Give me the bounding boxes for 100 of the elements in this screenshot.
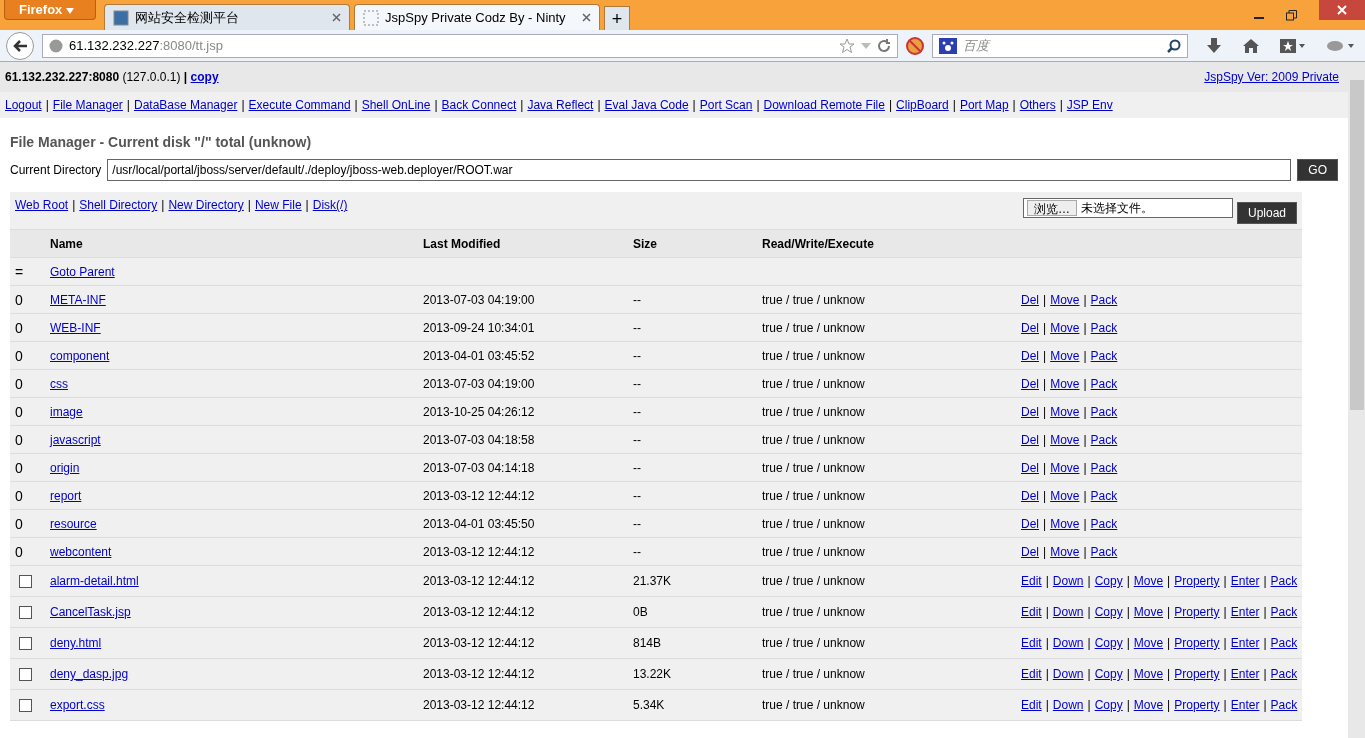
action-link[interactable]: Pack bbox=[1090, 292, 1118, 307]
nav-link[interactable]: Logout bbox=[5, 98, 42, 112]
folder-link[interactable]: image bbox=[50, 404, 83, 419]
file-link[interactable]: CancelTask.jsp bbox=[50, 605, 131, 619]
blocked-icon[interactable] bbox=[906, 36, 924, 55]
action-link[interactable]: Pack bbox=[1090, 460, 1118, 475]
action-link[interactable]: Pack bbox=[1090, 348, 1118, 363]
browse-button[interactable]: 浏览… bbox=[1026, 200, 1077, 216]
action-link[interactable]: Del bbox=[1021, 404, 1039, 419]
bookmarks-icon[interactable] bbox=[1280, 37, 1306, 54]
action-link[interactable]: Pack bbox=[1270, 667, 1298, 681]
action-link[interactable]: Edit bbox=[1021, 667, 1042, 681]
action-link[interactable]: Property bbox=[1174, 667, 1220, 681]
action-link[interactable]: Del bbox=[1021, 320, 1039, 335]
file-link[interactable]: alarm-detail.html bbox=[50, 574, 139, 588]
row-checkbox[interactable] bbox=[19, 636, 32, 650]
nav-link[interactable]: File Manager bbox=[52, 98, 123, 112]
action-link[interactable]: Enter bbox=[1230, 605, 1260, 619]
nav-link[interactable]: Disk(/) bbox=[312, 198, 348, 212]
action-link[interactable]: Move bbox=[1050, 544, 1080, 559]
action-link[interactable]: Move bbox=[1133, 574, 1164, 588]
action-link[interactable]: Pack bbox=[1270, 698, 1298, 712]
action-link[interactable]: Enter bbox=[1230, 667, 1260, 681]
nav-link[interactable]: Web Root bbox=[15, 198, 69, 212]
go-button[interactable]: GO bbox=[1297, 159, 1338, 181]
nav-link[interactable]: JSP Env bbox=[1066, 98, 1113, 112]
file-picker[interactable]: 浏览… 未选择文件。 bbox=[1022, 198, 1233, 218]
row-checkbox[interactable] bbox=[19, 667, 32, 681]
reload-icon[interactable] bbox=[877, 38, 891, 53]
nav-link[interactable]: Download Remote File bbox=[763, 98, 885, 112]
folder-link[interactable]: javascript bbox=[50, 432, 101, 447]
file-link[interactable]: export.css bbox=[50, 698, 105, 712]
search-bar[interactable]: 百度 bbox=[932, 33, 1188, 58]
nav-link[interactable]: Eval Java Code bbox=[604, 98, 689, 112]
action-link[interactable]: Move bbox=[1133, 667, 1164, 681]
folder-link[interactable]: WEB-INF bbox=[50, 320, 101, 335]
action-link[interactable]: Pack bbox=[1270, 574, 1298, 588]
action-link[interactable]: Down bbox=[1052, 574, 1084, 588]
close-icon[interactable] bbox=[582, 13, 591, 22]
action-link[interactable]: Edit bbox=[1021, 574, 1042, 588]
version-link[interactable]: JspSpy Ver: 2009 Private bbox=[1204, 70, 1339, 84]
nav-link[interactable]: Shell OnLine bbox=[361, 98, 431, 112]
browser-tab[interactable]: 网站安全检测平台 bbox=[104, 4, 350, 30]
action-link[interactable]: Property bbox=[1174, 605, 1220, 619]
folder-link[interactable]: webcontent bbox=[50, 544, 112, 559]
close-window-icon[interactable] bbox=[1319, 0, 1365, 20]
nav-link[interactable]: Execute Command bbox=[248, 98, 351, 112]
goto-parent-link[interactable]: Goto Parent bbox=[50, 264, 115, 279]
nav-link[interactable]: Port Map bbox=[959, 98, 1009, 112]
nav-link[interactable]: Port Scan bbox=[699, 98, 753, 112]
action-link[interactable]: Move bbox=[1050, 376, 1080, 391]
action-link[interactable]: Copy bbox=[1094, 636, 1123, 650]
restore-icon[interactable] bbox=[1286, 9, 1297, 21]
action-link[interactable]: Property bbox=[1174, 574, 1220, 588]
star-icon[interactable] bbox=[839, 37, 855, 54]
download-icon[interactable] bbox=[1206, 37, 1222, 54]
action-link[interactable]: Down bbox=[1052, 698, 1084, 712]
nav-link[interactable]: Shell Directory bbox=[79, 198, 158, 212]
copy-link[interactable]: copy bbox=[190, 70, 219, 84]
action-link[interactable]: Pack bbox=[1090, 376, 1118, 391]
close-icon[interactable] bbox=[332, 13, 341, 22]
action-link[interactable]: Pack bbox=[1090, 488, 1118, 503]
back-button[interactable] bbox=[6, 31, 34, 60]
action-link[interactable]: Down bbox=[1052, 605, 1084, 619]
nav-link[interactable]: Back Connect bbox=[441, 98, 517, 112]
upload-button[interactable]: Upload bbox=[1236, 202, 1297, 224]
action-link[interactable]: Move bbox=[1133, 605, 1164, 619]
file-link[interactable]: deny_dasp.jpg bbox=[50, 667, 129, 681]
action-link[interactable]: Edit bbox=[1021, 636, 1042, 650]
folder-link[interactable]: origin bbox=[50, 460, 80, 475]
action-link[interactable]: Move bbox=[1050, 292, 1080, 307]
action-link[interactable]: Move bbox=[1050, 348, 1080, 363]
action-link[interactable]: Del bbox=[1021, 348, 1039, 363]
action-link[interactable]: Move bbox=[1050, 432, 1080, 447]
action-link[interactable]: Del bbox=[1021, 488, 1039, 503]
folder-link[interactable]: css bbox=[50, 376, 68, 391]
folder-link[interactable]: component bbox=[50, 348, 110, 363]
action-link[interactable]: Property bbox=[1174, 698, 1220, 712]
directory-field[interactable]: /usr/local/portal/jboss/server/default/./deploy/jboss-web.deployer/ROOT.war bbox=[107, 159, 1292, 181]
action-link[interactable]: Move bbox=[1050, 404, 1080, 419]
action-link[interactable]: Copy bbox=[1094, 574, 1123, 588]
nav-link[interactable]: Java Reflect bbox=[527, 98, 594, 112]
nav-link[interactable]: DataBase Manager bbox=[134, 98, 238, 112]
action-link[interactable]: Enter bbox=[1230, 636, 1260, 650]
action-link[interactable]: Move bbox=[1133, 698, 1164, 712]
action-link[interactable]: Move bbox=[1050, 320, 1080, 335]
new-tab-button[interactable]: + bbox=[604, 6, 630, 30]
action-link[interactable]: Edit bbox=[1021, 605, 1042, 619]
action-link[interactable]: Pack bbox=[1090, 544, 1118, 559]
action-link[interactable]: Pack bbox=[1270, 636, 1298, 650]
action-link[interactable]: Property bbox=[1174, 636, 1220, 650]
row-checkbox[interactable] bbox=[19, 698, 32, 712]
row-checkbox[interactable] bbox=[19, 574, 32, 588]
action-link[interactable]: Pack bbox=[1090, 432, 1118, 447]
search-field[interactable]: 百度 bbox=[961, 37, 1163, 54]
action-link[interactable]: Del bbox=[1021, 376, 1039, 391]
folder-link[interactable]: META-INF bbox=[50, 292, 106, 307]
browser-tab[interactable]: JspSpy Private Codz By - Ninty bbox=[354, 4, 600, 30]
action-link[interactable]: Del bbox=[1021, 544, 1039, 559]
search-icon[interactable] bbox=[1167, 38, 1181, 53]
